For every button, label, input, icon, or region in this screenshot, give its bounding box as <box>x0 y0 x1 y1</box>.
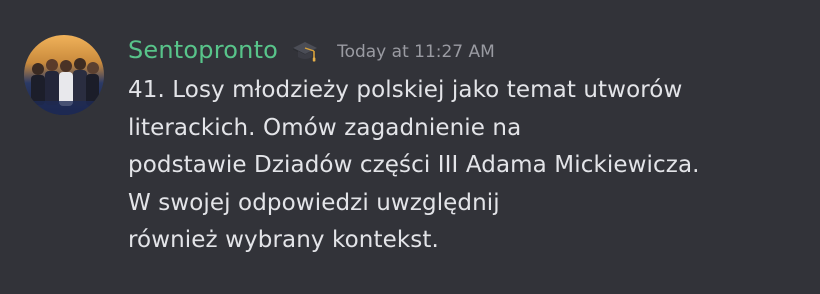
graduation-cap-icon[interactable] <box>290 37 320 67</box>
chat-message: Sentopronto Today at 11:27 AM 41. Losy m… <box>0 0 820 294</box>
avatar[interactable] <box>24 35 104 115</box>
message-line: W swojej odpowiedzi uwzględnij <box>128 189 500 216</box>
message-line: 41. Losy młodzieży polskiej jako temat u… <box>128 77 683 103</box>
message-header: Sentopronto Today at 11:27 AM <box>128 30 495 70</box>
message-line: również wybrany kontekst. <box>128 227 439 253</box>
message-line: podstawie Dziadów części III Adama Micki… <box>128 152 700 178</box>
message-content: 41. Losy młodzieży polskiej jako temat u… <box>128 72 818 260</box>
message-timestamp: Today at 11:27 AM <box>337 41 495 62</box>
avatar-image <box>24 35 104 115</box>
message-line: literackich. Omów zagadnienie na <box>128 114 522 141</box>
username[interactable]: Sentopronto <box>128 36 278 64</box>
